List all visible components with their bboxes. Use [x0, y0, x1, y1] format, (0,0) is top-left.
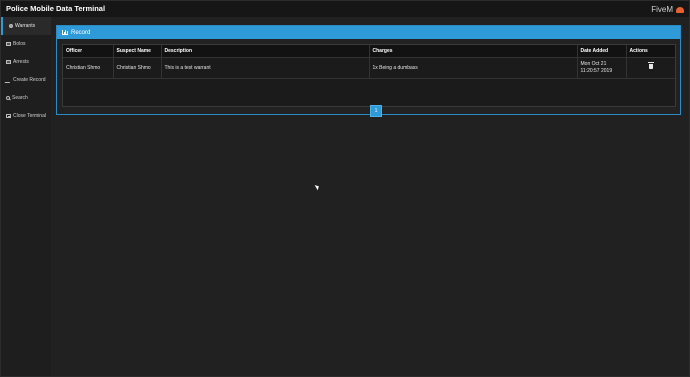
app-title: Police Mobile Data Terminal [6, 4, 106, 13]
pagination-page-button[interactable]: 1 [370, 105, 382, 117]
cell-date-added: Mon Oct 21 11:20:57 2019 [577, 57, 627, 79]
records-table: Officer Suspect Name Description Charges… [63, 45, 675, 79]
trash-icon[interactable] [647, 62, 654, 69]
cell-actions [626, 57, 675, 79]
sidebar-item-label: Search [12, 95, 28, 101]
sidebar-item-warrants[interactable]: Warrants [1, 17, 51, 35]
record-panel: Record Officer Suspect Name Description … [56, 25, 681, 117]
brand-name: FiveM [651, 5, 673, 14]
id-card-icon [6, 60, 11, 64]
column-header-actions: Actions [626, 45, 675, 58]
dot-icon [9, 24, 13, 28]
records-table-container: Officer Suspect Name Description Charges… [62, 44, 676, 117]
sidebar-item-label: Arrests [13, 59, 29, 65]
search-icon [6, 96, 10, 100]
sidebar-item-create-record[interactable]: Create Record [1, 71, 51, 89]
cell-officer: Christian Shmo [63, 57, 114, 79]
cell-suspect-name: Christian Shmo [113, 57, 162, 79]
table-header-row: Officer Suspect Name Description Charges… [63, 45, 675, 58]
cell-charges: 1x Being a dumbass [369, 57, 578, 79]
mouse-cursor-icon [314, 183, 321, 191]
date-line: Mon Oct 21 [580, 61, 607, 67]
panel-title: Record [71, 29, 91, 36]
column-header-date-added[interactable]: Date Added [577, 45, 627, 58]
sidebar-item-label: Warrants [15, 23, 36, 29]
column-header-suspect-name[interactable]: Suspect Name [113, 45, 162, 58]
column-header-officer[interactable]: Officer [63, 45, 114, 58]
sidebar-item-close-terminal[interactable]: Close Terminal [1, 107, 51, 125]
bar-chart-icon [62, 30, 68, 35]
app-window: Police Mobile Data Terminal FiveM Warran… [0, 0, 690, 377]
fivem-logo-icon [676, 6, 684, 13]
panel-header: Record [57, 26, 680, 39]
sidebar-item-search[interactable]: Search [1, 89, 51, 107]
close-terminal-icon [6, 114, 11, 118]
id-card-icon [6, 42, 11, 46]
pencil-icon [4, 77, 13, 83]
sidebar-item-arrests[interactable]: Arrests [1, 53, 51, 71]
column-header-charges[interactable]: Charges [369, 45, 578, 58]
column-header-description[interactable]: Description [161, 45, 370, 58]
sidebar-item-label: Bolos [13, 41, 26, 47]
sidebar-item-bolos[interactable]: Bolos [1, 35, 51, 53]
sidebar-item-label: Close Terminal [13, 113, 46, 119]
cell-description: This is a test warrant [161, 57, 370, 79]
table-row[interactable]: Christian Shmo Christian Shmo This is a … [63, 57, 675, 79]
time-line: 11:20:57 2019 [580, 68, 613, 74]
sidebar-item-label: Create Record [13, 77, 46, 83]
top-bar: Police Mobile Data Terminal FiveM [1, 1, 689, 17]
brand: FiveM [651, 5, 684, 14]
sidebar: Warrants Bolos Arrests Create Record Sea… [1, 17, 51, 376]
